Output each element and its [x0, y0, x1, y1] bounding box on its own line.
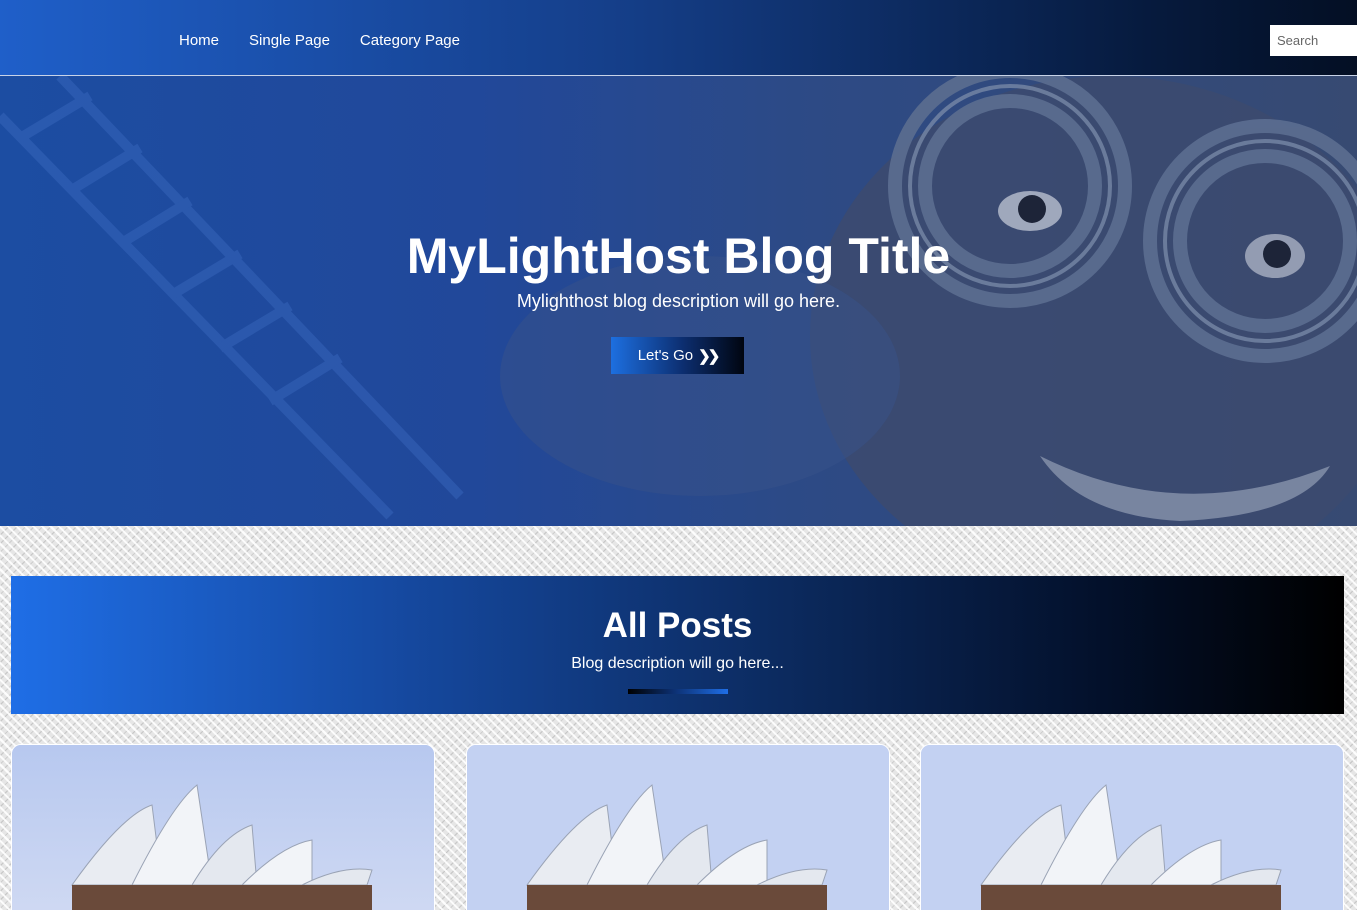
- section-title: All Posts: [602, 606, 753, 645]
- double-chevron-right-icon: ❯❯: [698, 347, 720, 365]
- nav-category-page-link[interactable]: Category Page: [360, 32, 460, 50]
- post-card[interactable]: [11, 744, 435, 910]
- all-posts-header: All Posts Blog description will go here.…: [11, 576, 1344, 714]
- post-thumbnail-image: [921, 745, 1343, 910]
- main-menu: Home Single Page Category Page: [179, 32, 460, 50]
- hero-description: Mylighthost blog description will go her…: [516, 291, 841, 311]
- post-thumbnail-image: [467, 745, 889, 910]
- hero-title: MyLightHost Blog Title: [406, 228, 951, 284]
- top-navigation-bar: Home Single Page Category Page: [0, 0, 1357, 76]
- nav-single-page-link[interactable]: Single Page: [249, 32, 330, 50]
- search-input[interactable]: [1270, 25, 1357, 56]
- title-underline: [628, 689, 728, 694]
- post-thumbnail-image: [12, 745, 434, 910]
- post-card[interactable]: [920, 744, 1344, 910]
- nav-home-link[interactable]: Home: [179, 32, 219, 50]
- lets-go-button-label: Let's Go: [637, 347, 694, 364]
- post-card[interactable]: [466, 744, 890, 910]
- lets-go-button[interactable]: Let's Go ❯❯: [611, 337, 744, 374]
- section-description: Blog description will go here...: [571, 655, 784, 672]
- hero-banner: MyLightHost Blog Title Mylighthost blog …: [0, 76, 1357, 526]
